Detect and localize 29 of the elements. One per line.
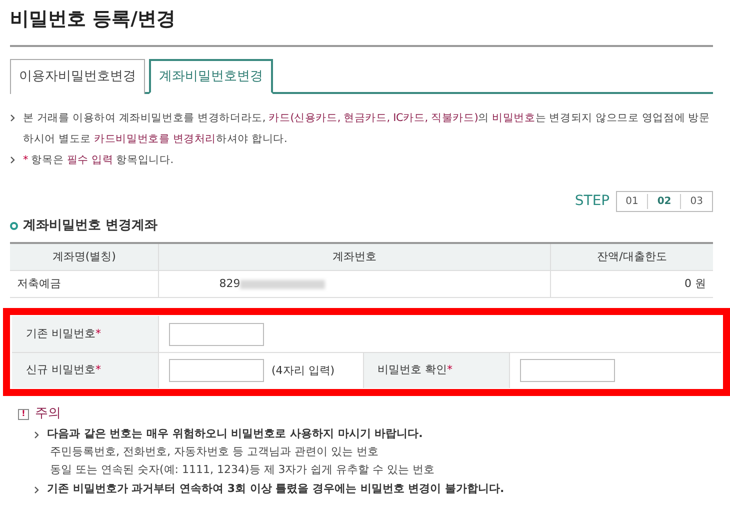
tab[interactable]: 계좌비밀번호변경: [149, 58, 273, 94]
bullet-icon: [10, 222, 18, 230]
note-text: 본 거래를 이용하여 계좌비밀번호를 변경하더라도, 카드(신용카드, 현금카드, IC카드, 직불카드)의 비밀번호는 변경되지 않으므로 영업점에 방문하시어 별도로 카드비밀번호를 변경처리 하셔야 합니다.: [23, 111, 711, 148]
input-field[interactable]: [168, 322, 264, 346]
caution-title: 주의: [35, 405, 61, 424]
caution-text: 기존 비밀번호가 과거부터 연속하여 3회 이상 틀렸을 경우에는 비밀번호 변경이 불가합니다.: [47, 480, 504, 497]
field-label: 기존 비밀번호*: [26, 326, 101, 340]
note-text: * 항목은 필수 입력 항목입니다.: [23, 153, 174, 168]
tab[interactable]: 이용자비밀번호변경: [10, 58, 145, 94]
section-title: 계좌비밀번호 변경계좌: [23, 217, 158, 236]
column-header: 계좌번호: [158, 242, 550, 271]
step-label: STEP: [574, 192, 610, 212]
column-header: 잔액/대출한도: [550, 242, 713, 271]
warning-icon: !: [18, 408, 29, 420]
column-header: 계좌명(별칭): [10, 242, 159, 271]
caution-detail: 동일 또는 연속된 숫자(예: 1111, 1234)등 제 3자가 쉽게 유추할 수 있는 번호: [49, 462, 436, 478]
table-cell: 829: [219, 277, 240, 290]
table-cell: 저축예금: [10, 270, 159, 298]
caution-text: 다음과 같은 번호는 매우 위험하오니 비밀번호로 사용하지 마시기 바랍니다.: [47, 426, 423, 442]
input-field[interactable]: [520, 359, 614, 382]
input-hint: (4자리 입력): [272, 364, 335, 378]
page-title: 비밀번호 등록/변경: [10, 7, 177, 32]
caution-detail: 주민등록번호, 전화번호, 자동차번호 등 고객님과 관련이 있는 번호: [49, 444, 380, 460]
step: 02: [648, 194, 682, 210]
step: 01: [616, 194, 648, 210]
field-label: 비밀번호 확인*: [378, 363, 452, 376]
step: 03: [681, 194, 712, 210]
field-label: 신규 비밀번호*: [26, 363, 101, 376]
input-field[interactable]: [168, 359, 264, 382]
